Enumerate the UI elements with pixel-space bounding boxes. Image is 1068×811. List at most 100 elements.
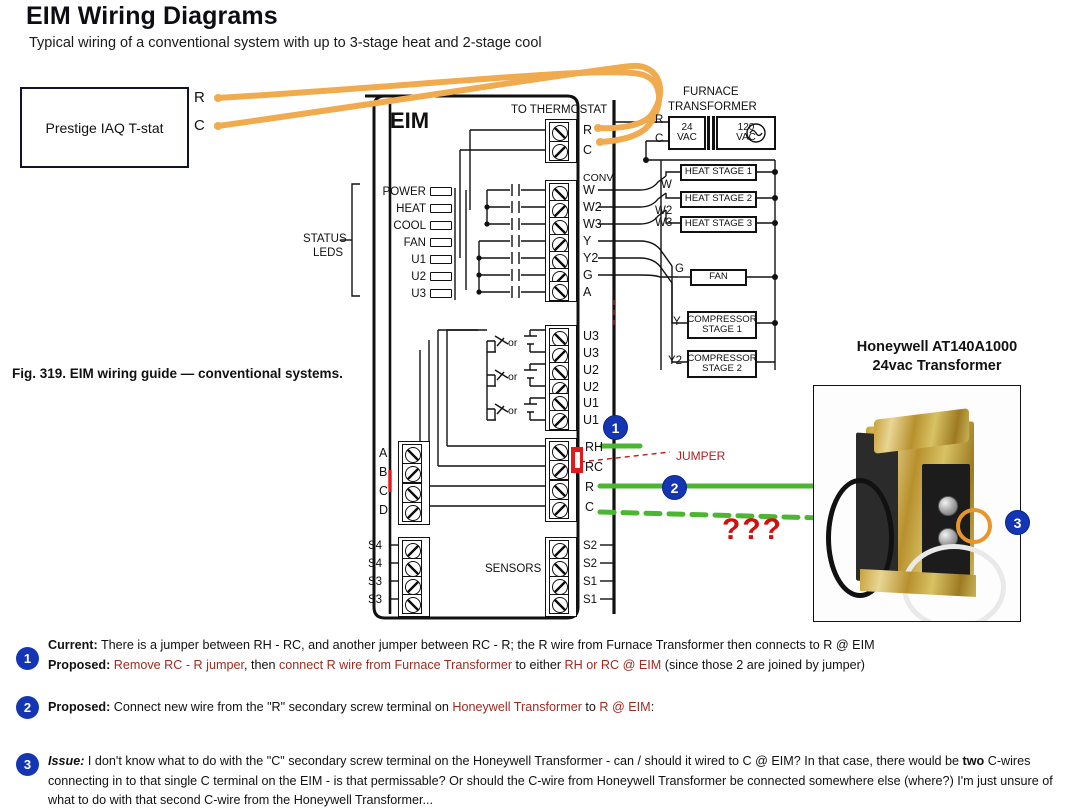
eim-board-label: EIM: [390, 108, 430, 133]
thermostat-terminal-r: R: [194, 89, 205, 106]
transformer-primary-box: 120 VAC: [716, 116, 776, 150]
terminal-label-s4a: S4: [368, 540, 383, 552]
screw-terminal[interactable]: [549, 410, 569, 430]
furnace-transformer-title-line2: TRANSFORMER: [668, 101, 757, 113]
to-thermostat-label: TO THERMOSTAT: [511, 104, 608, 116]
terminal-label-a2: A: [379, 446, 388, 460]
note-1-line-1: Current: There is a jumper between RH - …: [48, 636, 1064, 656]
furnace-transformer-terminal-r: R: [655, 114, 664, 126]
highlight-circle-c-terminal: [956, 508, 992, 544]
cool-led: [430, 221, 452, 230]
furnace-transformer-title-line1: FURNACE: [683, 86, 739, 98]
screw-terminal[interactable]: [402, 444, 422, 464]
compressor-2-line2: STAGE 2: [702, 363, 742, 374]
diagram-marker-1[interactable]: 1: [603, 415, 628, 440]
screw-terminal[interactable]: [549, 122, 569, 142]
screw-terminal[interactable]: [549, 281, 569, 301]
equipment-terminal-y2: Y2: [668, 355, 683, 367]
power-led: [430, 187, 452, 196]
honeywell-transformer-photo: [813, 385, 1021, 622]
led-label-u3: U3: [411, 288, 426, 300]
screw-terminal[interactable]: [402, 576, 422, 596]
screw-terminal-r[interactable]: [549, 480, 569, 500]
screw-terminal[interactable]: [402, 540, 422, 560]
equipment-terminal-y: Y: [673, 316, 681, 328]
note-2-line-1: Proposed: Connect new wire from the "R" …: [48, 698, 1064, 718]
figure-caption: Fig. 319. EIM wiring guide — conventiona…: [12, 366, 343, 381]
note-1-line-2-label: Proposed:: [48, 657, 111, 672]
note-2-line-1-label: Proposed:: [48, 700, 111, 714]
screw-terminal[interactable]: [549, 141, 569, 161]
u3-led: [430, 289, 452, 298]
fan-led: [430, 238, 452, 247]
transformer-core-bar: [707, 116, 710, 150]
seg-red: Honeywell Transformer: [452, 700, 582, 714]
terminal-label-rh: RH: [585, 440, 604, 454]
note-3-label: Issue:: [48, 754, 85, 768]
screw-terminal[interactable]: [549, 558, 569, 578]
universal-terminal-strip: [545, 325, 577, 431]
seg: I don't know what to do with the "C" sec…: [84, 754, 963, 768]
note-1-line-2: Proposed: Remove RC - R jumper, then con…: [48, 656, 1064, 676]
seg-bold: two: [962, 754, 985, 768]
screw-terminal-rc[interactable]: [549, 460, 569, 480]
status-leds-label-line1: STATUS: [303, 233, 347, 245]
screw-terminal[interactable]: [549, 540, 569, 560]
screw-terminal[interactable]: [402, 463, 422, 483]
equipment-terminal-g: G: [675, 263, 684, 275]
heat-stage-1-box: HEAT STAGE 1: [680, 164, 757, 181]
screw-terminal[interactable]: [402, 483, 422, 503]
terminal-label-r: R: [583, 123, 593, 137]
abcd-terminal-strip: [398, 441, 430, 525]
led-label-heat: HEAT: [396, 203, 426, 215]
note-3-body: Issue: I don't know what to do with the …: [48, 752, 1068, 811]
terminal-label-u3a: U3: [583, 329, 599, 343]
screw-terminal-rh[interactable]: [549, 441, 569, 461]
screw-terminal[interactable]: [549, 594, 569, 614]
transformer-secondary-box: 24 VAC: [668, 116, 706, 150]
terminal-label-c3: C: [379, 484, 389, 498]
note-1-line-1-text: There is a jumper between RH - RC, and a…: [97, 638, 875, 652]
note-2: 2 Proposed: Connect new wire from the "R…: [0, 696, 1068, 736]
led-label-fan: FAN: [403, 237, 426, 249]
diagram-marker-3[interactable]: 3: [1005, 510, 1030, 535]
led-label-power: POWER: [382, 186, 426, 198]
annotation-notes: 1 Current: There is a jumper between RH …: [0, 636, 1068, 811]
equipment-terminal-w: W: [661, 179, 672, 191]
seg-red: Remove RC - R jumper: [113, 657, 244, 672]
note-3-badge: 3: [16, 753, 39, 776]
led-label-u2: U2: [411, 271, 426, 283]
terminal-label-u2a: U2: [583, 363, 599, 377]
or-label: or: [508, 371, 518, 383]
terminal-label-b: B: [379, 465, 388, 479]
furnace-transformer-terminal-c: C: [655, 133, 664, 145]
screw-terminal[interactable]: [402, 594, 422, 614]
terminal-label-u2b: U2: [583, 380, 599, 394]
s2s1-terminal-strip: [545, 537, 577, 617]
screw-terminal[interactable]: [549, 576, 569, 596]
fan-box: FAN: [690, 269, 747, 286]
screw-terminal[interactable]: [402, 558, 422, 578]
note-2-badge: 2: [16, 696, 39, 719]
screw-terminal[interactable]: [402, 502, 422, 522]
equipment-terminal-w3: W3: [655, 217, 673, 229]
seg: :: [650, 700, 655, 714]
note-1-badge: 1: [16, 647, 39, 670]
led-label-cool: COOL: [393, 220, 426, 232]
terminal-label-u1b: U1: [583, 413, 599, 427]
terminal-label-w2: W2: [583, 200, 602, 214]
transformer-r-screw-terminal[interactable]: [938, 496, 958, 516]
conv-terminal-strip: [545, 180, 577, 302]
transformer-base: [860, 568, 976, 598]
primary-unit: VAC: [736, 132, 756, 143]
terminal-label-s1b: S1: [583, 594, 598, 606]
heat-stage-2-box: HEAT STAGE 2: [680, 191, 757, 208]
diagram-marker-2[interactable]: 2: [662, 475, 687, 500]
screw-terminal-c[interactable]: [549, 499, 569, 519]
honeywell-transformer-title: Honeywell AT140A1000 24vac Transformer: [812, 338, 1062, 375]
thermostat-box: Prestige IAQ T-stat: [20, 87, 189, 168]
sensors-label: SENSORS: [485, 563, 542, 575]
note-1-line-1-label: Current:: [48, 638, 98, 652]
jumper-clip-inner: [575, 452, 580, 468]
or-label: or: [508, 337, 518, 349]
